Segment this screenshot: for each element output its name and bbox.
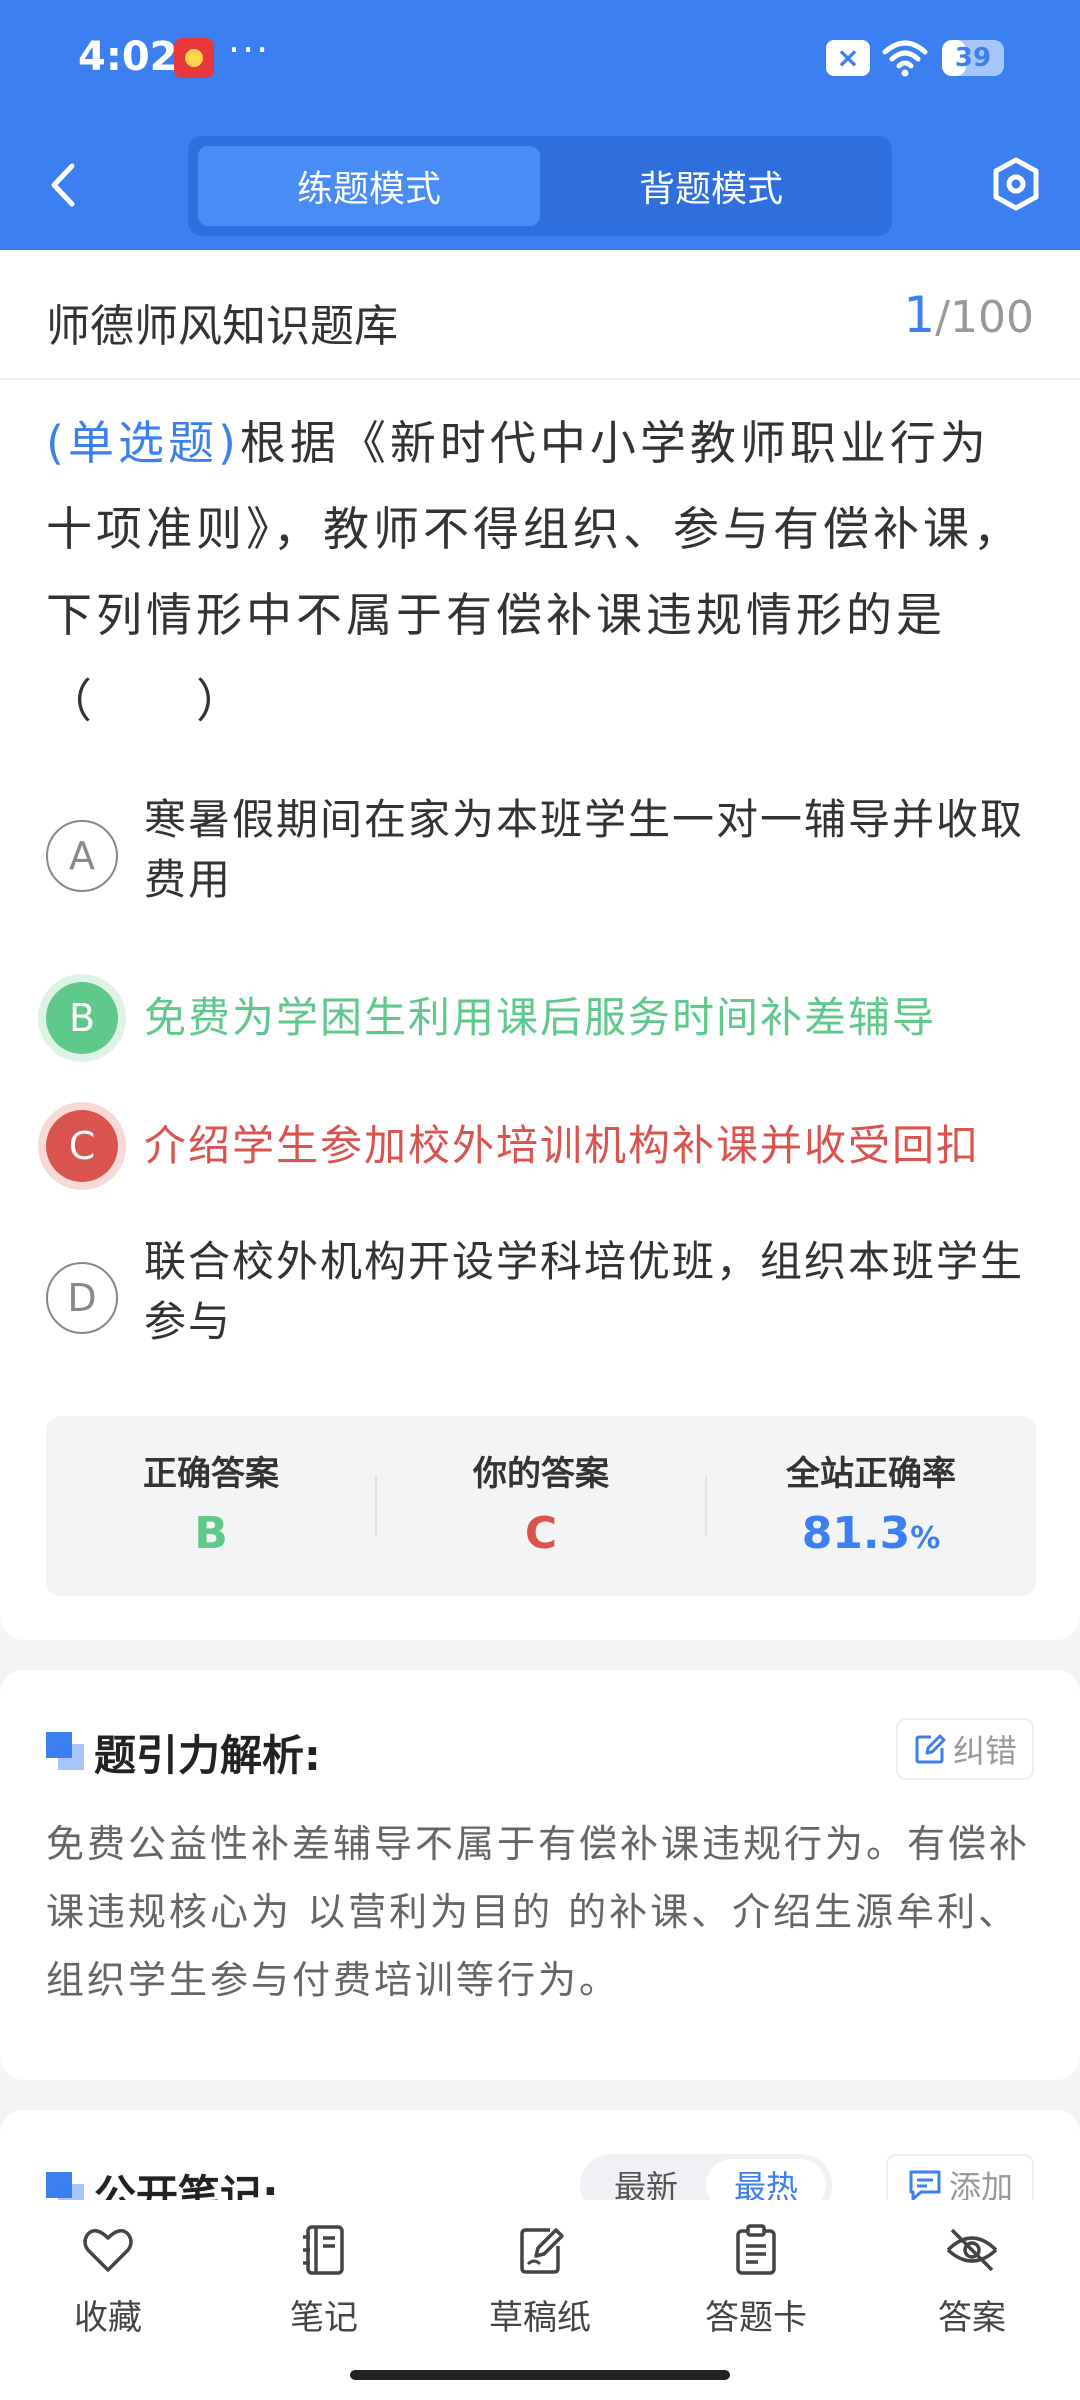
status-time: 4:02 <box>78 34 178 80</box>
option-text: 寒暑假期间在家为本班学生一对一辅导并收取费用 <box>144 795 1025 904</box>
question-type-label: (单选题) <box>46 416 240 470</box>
report-error-button[interactable]: 纠错 <box>896 1718 1034 1780</box>
current-question-number: 1 <box>903 286 936 344</box>
answer-card-icon <box>736 2224 776 2275</box>
nav-label: 答案 <box>938 2298 1006 2338</box>
nav-answer-card[interactable]: 答题卡 <box>676 2222 836 2362</box>
your-answer-stat: 你的答案 C <box>376 1416 706 1596</box>
correct-answer-label: 正确答案 <box>143 1454 279 1494</box>
divider <box>0 378 1080 380</box>
nav-favorite[interactable]: 收藏 <box>28 2222 188 2362</box>
report-error-label: 纠错 <box>952 1732 1017 1770</box>
option-b[interactable]: B 免费为学困生利用课后服务时间补差辅导 <box>46 970 1036 1070</box>
total-questions: /100 <box>935 292 1034 343</box>
battery-level: 39 <box>954 43 992 73</box>
draft-icon <box>520 2228 564 2274</box>
option-c[interactable]: C 介绍学生参加校外培训机构补课并收受回扣 <box>46 1098 1036 1198</box>
analysis-title: 题引力解析: <box>94 1731 321 1780</box>
option-letter: A <box>46 820 118 892</box>
nav-draft[interactable]: 草稿纸 <box>460 2222 620 2362</box>
eye-off-icon <box>946 2228 998 2272</box>
heart-icon <box>83 2229 133 2272</box>
question-counter: 1/100 <box>903 286 1034 344</box>
notebook-icon <box>303 2225 344 2275</box>
option-text: 联合校外机构开设学科培优班，组织本班学生参与 <box>144 1237 1025 1346</box>
nav-label: 收藏 <box>74 2298 142 2338</box>
correct-answer-stat: 正确答案 B <box>46 1416 376 1596</box>
wifi-icon <box>882 40 928 77</box>
home-indicator[interactable] <box>350 2370 730 2380</box>
settings-hexagon-icon[interactable] <box>990 156 1042 212</box>
your-answer-label: 你的答案 <box>473 1454 609 1494</box>
answer-stats-panel: 正确答案 B 你的答案 C 全站正确率 81.3% <box>46 1416 1036 1596</box>
option-d[interactable]: D 联合校外机构开设学科培优班，组织本班学生参与 <box>46 1232 1036 1362</box>
no-sim-icon: × <box>826 40 870 76</box>
option-letter: B <box>46 982 118 1054</box>
question-bank-title: 师德师风知识题库 <box>46 301 398 352</box>
accuracy-unit: % <box>910 1521 941 1556</box>
back-arrow-icon[interactable] <box>44 160 84 210</box>
section-square-icon <box>46 1732 84 1770</box>
accuracy-rate-stat: 全站正确率 81.3% <box>706 1416 1036 1596</box>
your-answer-value: C <box>524 1508 558 1559</box>
option-letter: C <box>46 1110 118 1182</box>
question-text: (单选题)根据《新时代中小学教师职业行为十项准则》，教师不得组织、参与有偿补课，… <box>46 400 1036 744</box>
top-header: 4:02 ··· × 39 练题模式 背题模式 <box>0 0 1080 250</box>
option-a[interactable]: A 寒暑假期间在家为本班学生一对一辅导并收取费用 <box>46 790 1036 920</box>
bottom-navigation: 收藏 笔记 草稿纸 答题卡 答案 <box>0 2200 1080 2400</box>
option-letter: D <box>46 1262 118 1334</box>
nav-notes[interactable]: 笔记 <box>244 2222 404 2362</box>
status-bar: 4:02 ··· × 39 <box>0 28 1080 90</box>
nav-answer[interactable]: 答案 <box>892 2222 1052 2362</box>
analysis-text: 免费公益性补差辅导不属于有偿补课违规行为。有偿补课违规核心为 以营利为目的 的补… <box>46 1822 1031 2002</box>
app-notification-icon <box>174 38 214 78</box>
mode-switcher: 练题模式 背题模式 <box>188 136 892 236</box>
option-text: 免费为学困生利用课后服务时间补差辅导 <box>144 993 937 1042</box>
option-text: 介绍学生参加校外培训机构补课并收受回扣 <box>144 1121 981 1170</box>
accuracy-rate-label: 全站正确率 <box>786 1454 956 1494</box>
battery-icon: 39 <box>942 40 1004 76</box>
more-notifications-icon: ··· <box>228 28 271 72</box>
nav-label: 答题卡 <box>705 2298 807 2338</box>
nav-label: 草稿纸 <box>489 2298 591 2338</box>
edit-icon <box>915 1734 946 1764</box>
tab-practice-mode[interactable]: 练题模式 <box>198 146 540 226</box>
analysis-card: 题引力解析: 纠错 免费公益性补差辅导不属于有偿补课违规行为。有偿补课违规核心为… <box>0 1670 1080 2080</box>
question-card: 师德师风知识题库 1/100 (单选题)根据《新时代中小学教师职业行为十项准则》… <box>0 250 1080 1640</box>
nav-label: 笔记 <box>290 2298 358 2338</box>
tab-memorize-mode[interactable]: 背题模式 <box>540 146 882 226</box>
accuracy-rate-value: 81.3% <box>706 1508 1036 1559</box>
accuracy-number: 81.3 <box>801 1508 911 1559</box>
note-add-icon <box>909 2170 941 2201</box>
correct-answer-value: B <box>194 1508 228 1559</box>
